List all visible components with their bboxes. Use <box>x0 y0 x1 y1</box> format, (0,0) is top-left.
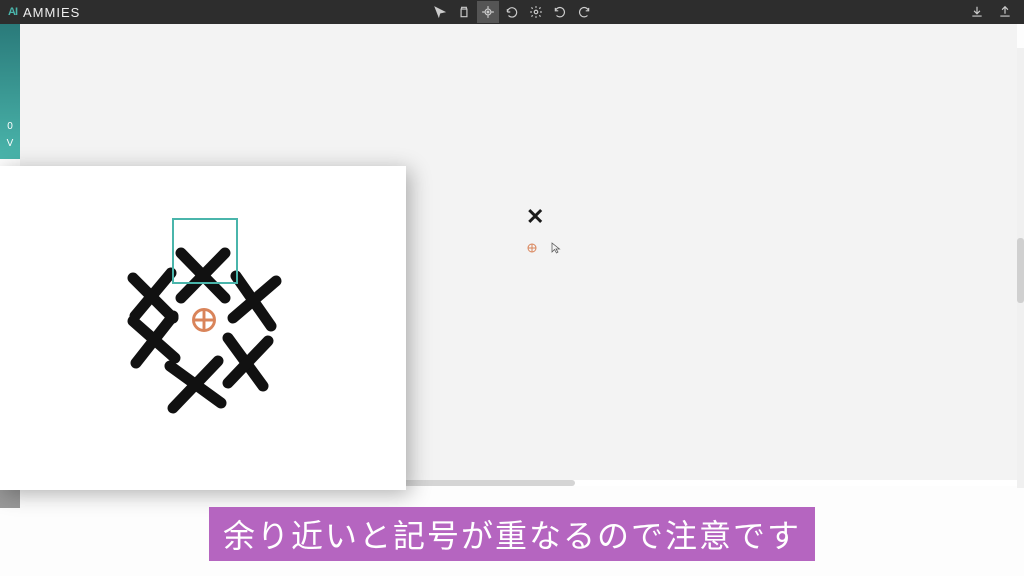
upload-icon[interactable] <box>994 1 1016 23</box>
target-tool-icon[interactable] <box>477 1 499 23</box>
zoom-content <box>0 166 406 490</box>
caption-text: 余り近いと記号が重なるので注意です <box>223 518 801 554</box>
vertical-scrollbar[interactable] <box>1017 48 1024 488</box>
left-sidebar: 0 V <box>0 24 20 159</box>
zoom-panel <box>0 166 406 490</box>
logo-icon: AI <box>8 6 17 18</box>
download-icon[interactable] <box>966 1 988 23</box>
top-toolbar: AI AMMIES <box>0 0 1024 24</box>
zoom-center-marker-icon[interactable] <box>190 306 218 334</box>
x-cross-mark[interactable]: ✕ <box>526 204 544 230</box>
settings-tool-icon[interactable] <box>525 1 547 23</box>
vertical-scrollbar-thumb[interactable] <box>1017 238 1024 303</box>
undo-tool-icon[interactable] <box>549 1 571 23</box>
pointer-tool-icon[interactable] <box>429 1 451 23</box>
selection-box[interactable] <box>172 218 238 284</box>
sidebar-label-bottom: V <box>7 138 14 149</box>
sidebar-label-top: 0 <box>7 121 13 132</box>
trash-tool-icon[interactable] <box>453 1 475 23</box>
refresh-tool-icon[interactable] <box>501 1 523 23</box>
cursor-icon <box>550 241 562 257</box>
center-marker-icon[interactable] <box>526 241 538 253</box>
right-toolbar <box>966 1 1016 23</box>
caption-bar: 余り近いと記号が重なるので注意です <box>209 507 815 561</box>
center-toolbar <box>429 1 595 23</box>
app-title: AMMIES <box>23 5 80 20</box>
logo-area: AI AMMIES <box>8 5 80 20</box>
redo-tool-icon[interactable] <box>573 1 595 23</box>
